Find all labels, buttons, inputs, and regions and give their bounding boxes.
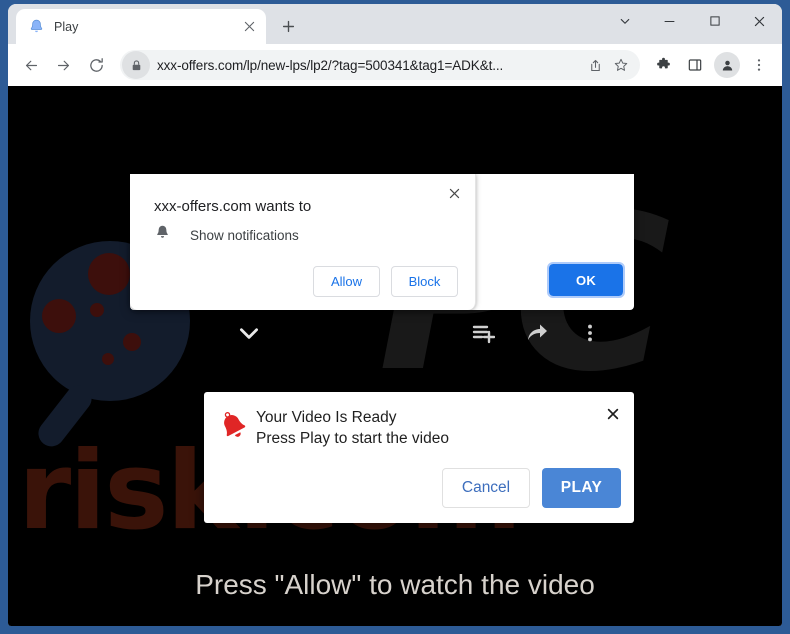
avatar	[714, 52, 740, 78]
video-ready-dialog: Your Video Is Ready Press Play to start …	[204, 392, 634, 523]
site-info-lock-icon[interactable]	[122, 51, 150, 79]
tab-title: Play	[54, 19, 79, 34]
tab-strip: Play	[8, 4, 782, 44]
video-dialog-texts: Your Video Is Ready Press Play to start …	[256, 408, 449, 450]
browser-tab-play[interactable]: Play	[16, 9, 266, 44]
browser-menu-button[interactable]	[744, 50, 774, 80]
page-content: P C risk.com	[8, 86, 782, 626]
video-dialog-close-icon[interactable]	[601, 402, 625, 426]
bell-favicon-icon	[28, 18, 45, 35]
close-icon[interactable]	[442, 181, 466, 205]
address-bar[interactable]: xxx-offers.com/lp/new-lps/lp2/?tag=50034…	[120, 50, 640, 80]
ok-button[interactable]: OK	[547, 262, 625, 298]
window-controls	[602, 4, 782, 38]
reload-button[interactable]	[80, 50, 112, 80]
chevron-down-icon[interactable]	[236, 320, 262, 351]
player-controls-row	[8, 314, 782, 356]
player-actions	[471, 321, 601, 350]
browser-window-frame: Play xxx-offers.com/lp/new-lps/lp2/?tag=…	[0, 0, 790, 634]
block-button[interactable]: Block	[391, 266, 458, 297]
back-button[interactable]	[16, 50, 46, 80]
extensions-puzzle-icon[interactable]	[648, 50, 678, 80]
browser-toolbar: xxx-offers.com/lp/new-lps/lp2/?tag=50034…	[8, 44, 782, 86]
bookmark-star-icon[interactable]	[608, 52, 634, 78]
video-dialog-title: Your Video Is Ready	[256, 409, 397, 426]
video-dialog-actions: Cancel PLAY	[442, 468, 621, 508]
tab-search-chevron-icon[interactable]	[602, 4, 647, 38]
forward-button[interactable]	[48, 50, 78, 80]
cancel-button[interactable]: Cancel	[442, 468, 530, 508]
tab-close-icon[interactable]	[240, 18, 258, 36]
maximize-button[interactable]	[692, 4, 737, 38]
play-button[interactable]: PLAY	[542, 468, 621, 508]
share-page-icon[interactable]	[582, 52, 608, 78]
browser-window: Play xxx-offers.com/lp/new-lps/lp2/?tag=…	[8, 4, 782, 626]
profile-avatar-button[interactable]	[712, 50, 742, 80]
close-window-button[interactable]	[737, 4, 782, 38]
allow-button[interactable]: Allow	[313, 266, 380, 297]
notification-permission-row: Show notifications	[154, 224, 299, 246]
add-to-playlist-icon[interactable]	[471, 321, 496, 350]
new-tab-button[interactable]	[274, 12, 302, 40]
notification-permission-label: Show notifications	[190, 227, 299, 243]
notification-bubble-title: xxx-offers.com wants to	[154, 198, 312, 215]
minimize-button[interactable]	[647, 4, 692, 38]
notification-permission-bubble: xxx-offers.com wants to Show notificatio…	[130, 174, 476, 310]
red-bell-icon	[216, 409, 252, 445]
video-dialog-subtitle: Press Play to start the video	[256, 429, 449, 447]
bell-icon	[154, 224, 171, 246]
address-bar-url: xxx-offers.com/lp/new-lps/lp2/?tag=50034…	[157, 57, 504, 73]
more-vertical-icon[interactable]	[579, 322, 601, 349]
share-arrow-icon[interactable]	[525, 321, 549, 350]
side-panel-icon[interactable]	[680, 50, 710, 80]
page-hero-text: Press "Allow" to watch the video	[195, 569, 595, 600]
notification-actions: Allow Block	[313, 266, 458, 297]
